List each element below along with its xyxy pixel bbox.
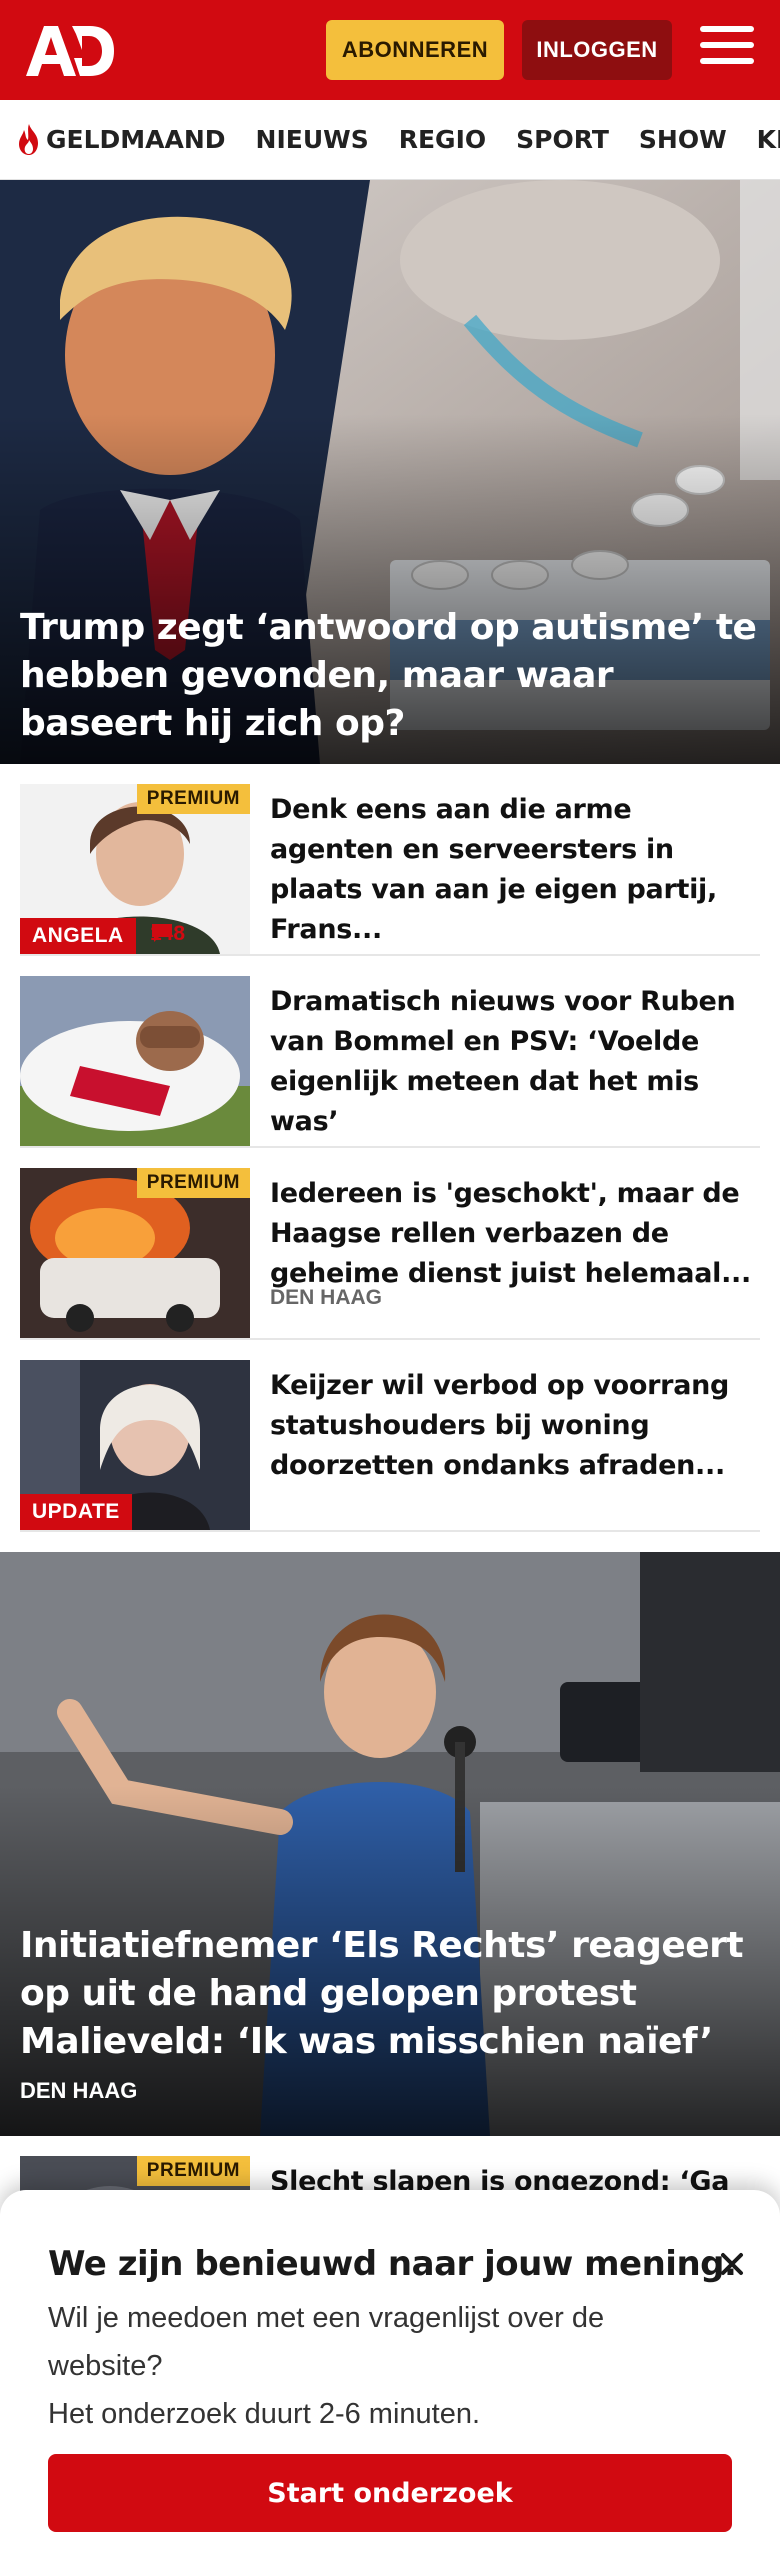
- premium-badge: PREMIUM: [136, 784, 250, 814]
- survey-duration: Het onderzoek duurt 2-6 minuten.: [48, 2398, 481, 2430]
- survey-title: We zijn benieuwd naar jouw mening.: [48, 2244, 737, 2284]
- article-headline[interactable]: Keijzer wil verbod op voorrang statushou…: [270, 1366, 760, 1486]
- survey-popup: We zijn benieuwd naar jouw mening. Wil j…: [0, 2190, 780, 2560]
- hero-2-location: DEN HAAG: [20, 2078, 138, 2103]
- nav-item-show[interactable]: SHOW: [639, 125, 727, 154]
- article-location: DEN HAAG: [270, 1286, 383, 1309]
- subscribe-button[interactable]: ABONNEREN: [326, 20, 504, 80]
- article-headline[interactable]: Denk eens aan die arme agenten en servee…: [270, 790, 760, 950]
- update-label: UPDATE: [20, 1494, 132, 1530]
- nav-item-regio[interactable]: REGIO: [399, 125, 486, 154]
- premium-badge: PREMIUM: [136, 1168, 250, 1198]
- hero-headline[interactable]: Trump zegt ‘antwoord op autisme’ te hebb…: [20, 604, 760, 748]
- article-headline[interactable]: Dramatisch nieuws voor Ruben van Bommel …: [270, 982, 760, 1142]
- nav-item-kijk[interactable]: KIJK: [757, 125, 780, 154]
- comment-count[interactable]: 148: [150, 922, 185, 946]
- list-item[interactable]: Dramatisch nieuws voor Ruben van Bommel …: [20, 956, 760, 1148]
- section-nav: GELDMAAND NIEUWS REGIO SPORT SHOW KIJK: [0, 100, 780, 180]
- survey-body: Wil je meedoen met een vragenlijst over …: [48, 2294, 708, 2438]
- list-item[interactable]: UPDATE Keijzer wil verbod op voorrang st…: [20, 1340, 760, 1532]
- top-header: ABONNEREN INLOGGEN: [0, 0, 780, 100]
- flame-icon: [19, 123, 38, 155]
- hero-2-headline[interactable]: Initiatiefnemer ‘Els Rechts’ reageert op…: [20, 1922, 760, 2066]
- nav-item-geldmaand[interactable]: GELDMAAND: [16, 123, 226, 157]
- article-thumbnail: PREMIUM: [20, 1168, 250, 1338]
- list-item[interactable]: PREMIUM Iedereen is 'geschokt', maar de …: [20, 1148, 760, 1340]
- article-thumbnail: UPDATE: [20, 1360, 250, 1530]
- list-item[interactable]: PREMIUM ANGELA 148 Denk eens aan die arm…: [20, 764, 760, 956]
- nav-label: GELDMAAND: [46, 125, 226, 154]
- ad-logo[interactable]: [24, 22, 116, 78]
- comment-icon: [152, 924, 172, 942]
- hero-article[interactable]: Trump zegt ‘antwoord op autisme’ te hebb…: [0, 180, 780, 764]
- close-icon[interactable]: [712, 2244, 752, 2284]
- hero-article-2[interactable]: Initiatiefnemer ‘Els Rechts’ reageert op…: [0, 1552, 780, 2136]
- survey-question: Wil je meedoen met een vragenlijst over …: [48, 2302, 605, 2382]
- login-button[interactable]: INLOGGEN: [522, 20, 672, 80]
- hamburger-menu-icon[interactable]: [700, 26, 754, 74]
- article-thumbnail: PREMIUM ANGELA 148: [20, 784, 250, 954]
- article-thumbnail: [20, 976, 250, 1146]
- nav-item-sport[interactable]: SPORT: [516, 125, 609, 154]
- nav-item-nieuws[interactable]: NIEUWS: [256, 125, 369, 154]
- author-label: ANGELA: [20, 918, 136, 954]
- start-survey-button[interactable]: Start onderzoek: [48, 2454, 732, 2532]
- premium-badge: PREMIUM: [136, 2156, 250, 2186]
- article-headline[interactable]: Iedereen is 'geschokt', maar de Haagse r…: [270, 1174, 760, 1294]
